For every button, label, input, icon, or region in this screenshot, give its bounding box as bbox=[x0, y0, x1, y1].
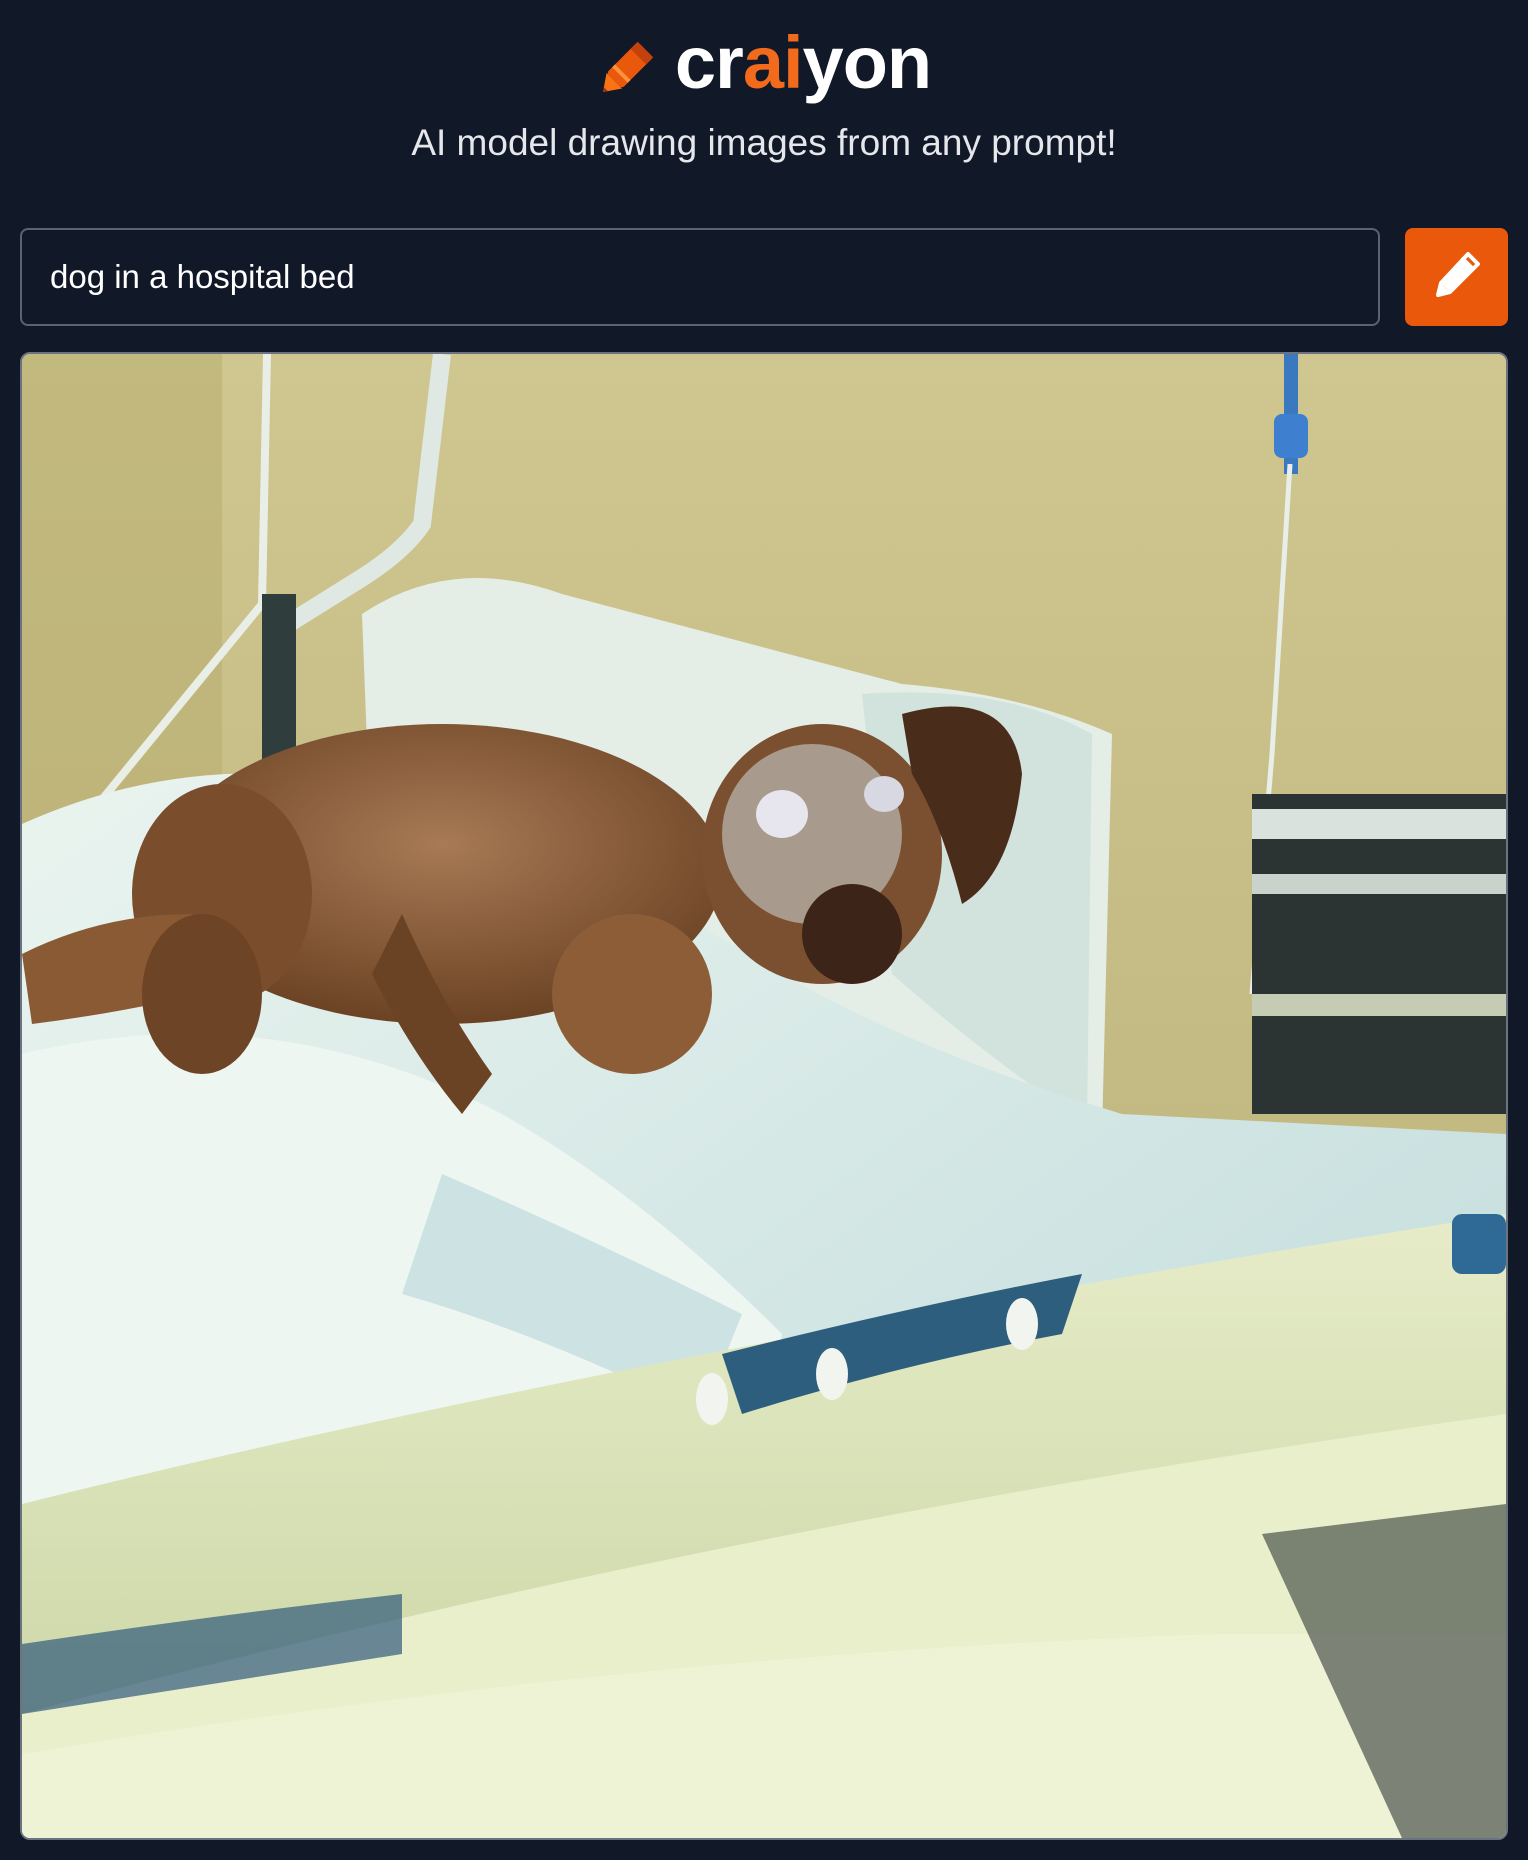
prompt-box[interactable] bbox=[20, 228, 1380, 326]
header: craiyon AI model drawing images from any… bbox=[0, 0, 1528, 210]
pencil-icon bbox=[1430, 248, 1484, 307]
logo-accent: ai bbox=[742, 21, 804, 104]
generated-image[interactable] bbox=[20, 352, 1508, 1840]
logo-prefix: cr bbox=[674, 21, 744, 104]
logo[interactable]: craiyon bbox=[0, 18, 1528, 108]
crayon-icon bbox=[597, 28, 667, 98]
logo-wordmark: craiyon bbox=[675, 26, 932, 100]
tagline: AI model drawing images from any prompt! bbox=[411, 122, 1117, 163]
craiyon-page: craiyon AI model drawing images from any… bbox=[0, 0, 1528, 1860]
generated-image-illustration bbox=[22, 354, 1506, 1838]
draw-button[interactable] bbox=[1405, 228, 1508, 326]
prompt-input[interactable] bbox=[48, 257, 1378, 297]
logo-suffix: yon bbox=[802, 21, 933, 104]
